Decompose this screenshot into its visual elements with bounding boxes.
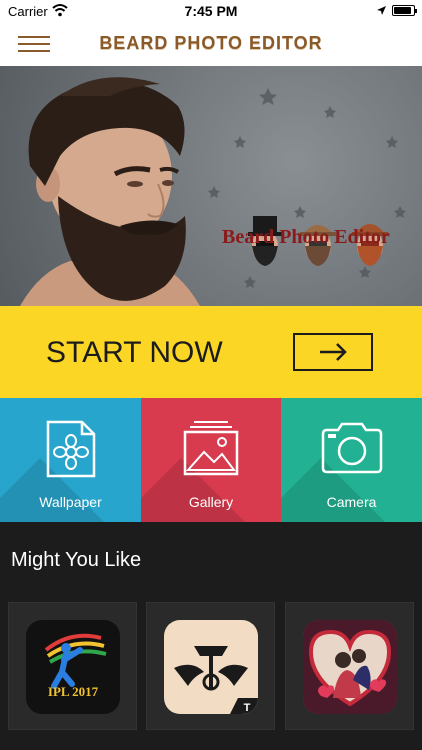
suggested-app-card-ipl[interactable]: IPL 2017 xyxy=(8,602,137,730)
suggested-app-card-love-frame[interactable] xyxy=(285,602,414,730)
wallpaper-label: Wallpaper xyxy=(39,494,102,510)
gallery-image-icon xyxy=(183,421,239,476)
ipl-app-text: IPL 2017 xyxy=(47,684,99,699)
app-title: BEARD PHOTO EDITOR xyxy=(99,33,323,53)
hero-banner: Beard Photo Editor xyxy=(0,66,422,306)
gallery-label: Gallery xyxy=(188,494,234,510)
banner-caption: Beard Photo Editor xyxy=(222,226,390,248)
status-time: 7:45 PM xyxy=(184,3,238,19)
start-now-label: START NOW xyxy=(46,336,223,369)
app-bar: BEARD PHOTO EDITOR xyxy=(0,22,422,66)
camera-icon xyxy=(321,422,382,474)
action-tiles: Wallpaper Gallery Camera xyxy=(0,398,422,522)
status-bar: Carrier 7:45 PM xyxy=(0,0,422,22)
camera-label: Camera xyxy=(326,494,377,510)
start-now-button[interactable]: START NOW xyxy=(0,306,422,398)
location-arrow-icon xyxy=(377,6,386,15)
wallpaper-flower-icon xyxy=(46,420,95,478)
love-photo-frame-app-icon xyxy=(303,620,397,714)
arrow-right-icon xyxy=(293,333,373,371)
suggested-app-card-tattoo[interactable]: T xyxy=(146,602,275,730)
battery-icon xyxy=(392,5,417,16)
might-you-like-heading: Might You Like xyxy=(11,549,142,571)
gallery-tile[interactable]: Gallery xyxy=(141,398,281,522)
wallpaper-tile[interactable]: Wallpaper xyxy=(0,398,141,522)
camera-tile[interactable]: Camera xyxy=(281,398,422,522)
ipl-cricket-app-icon: IPL 2017 xyxy=(26,620,120,714)
tattoo-badge: T xyxy=(244,702,251,714)
bearded-man-illustration xyxy=(20,77,406,306)
tattoo-app-icon: T xyxy=(164,620,258,714)
